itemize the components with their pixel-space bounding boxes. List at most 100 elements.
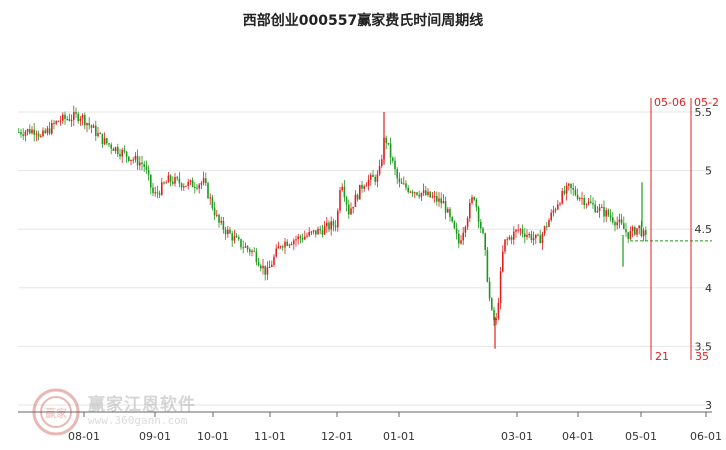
candle-body: [205, 178, 207, 184]
candle-body: [370, 174, 372, 180]
candle-body: [88, 123, 90, 126]
candle-body: [609, 215, 612, 218]
candle-body: [418, 194, 420, 197]
candle-body: [141, 162, 143, 165]
x-tick-label: 06-01: [690, 430, 722, 443]
candle-body: [436, 196, 438, 202]
y-tick-label: 5: [705, 165, 712, 178]
candle-body: [97, 133, 99, 136]
candle-body: [266, 267, 269, 275]
candle-body: [625, 229, 627, 233]
candle-body: [356, 194, 359, 200]
candle-body: [299, 236, 302, 238]
candle-body: [616, 222, 618, 226]
candle-body: [297, 236, 299, 240]
candle-body: [627, 232, 629, 239]
candle-body: [554, 209, 557, 211]
candle-body: [565, 185, 568, 194]
candle-body: [125, 151, 128, 157]
candle-body: [550, 212, 552, 221]
candle-body: [95, 125, 97, 136]
candle-body: [132, 159, 134, 161]
candle-body: [154, 192, 156, 194]
x-tick-label: 01-01: [383, 430, 415, 443]
candle-body: [55, 121, 57, 124]
candle-body: [77, 113, 79, 122]
candle-body: [341, 186, 343, 191]
candles: [18, 105, 647, 349]
candle-body: [187, 181, 189, 186]
candle-body: [337, 210, 339, 228]
candle-body: [264, 265, 266, 275]
candle-body: [455, 228, 458, 234]
candle-body: [429, 191, 431, 198]
candle-body: [169, 175, 172, 182]
candle-body: [139, 162, 141, 166]
candle-body: [469, 202, 471, 219]
candle-body: [260, 265, 262, 269]
candle-body: [420, 193, 423, 197]
y-tick-label: 4.5: [695, 223, 713, 236]
candle-body: [284, 241, 286, 248]
candle-body: [612, 217, 614, 223]
candle-body: [642, 230, 645, 237]
candle-body: [211, 197, 214, 209]
candle-body: [101, 133, 104, 145]
cycle-count-label: 21: [655, 350, 669, 363]
candle-body: [33, 129, 35, 135]
candle-body: [44, 130, 46, 133]
candle-body: [557, 204, 559, 210]
y-tick-label: 5.5: [695, 106, 713, 119]
candle-body: [462, 232, 464, 241]
candle-body: [620, 219, 623, 224]
candle-body: [541, 233, 544, 244]
candle-body: [255, 251, 258, 263]
candle-body: [275, 248, 277, 257]
candle-body: [354, 194, 357, 207]
x-tick-label: 05-01: [625, 430, 657, 443]
candle-body: [64, 114, 66, 119]
candle-body: [200, 182, 203, 185]
candle-body: [376, 174, 379, 182]
candle-body: [103, 138, 106, 145]
candle-body: [216, 214, 218, 216]
candle-body: [53, 122, 55, 124]
candle-body: [70, 119, 73, 121]
candle-body: [495, 318, 497, 321]
candle-body: [510, 237, 513, 240]
candle-body: [271, 264, 273, 267]
candle-body: [293, 240, 295, 245]
candle-body: [176, 177, 178, 179]
candle-body: [110, 144, 112, 149]
candle-body: [572, 188, 574, 190]
candle-body: [130, 159, 132, 161]
candle-body: [396, 169, 398, 179]
candle-body: [449, 208, 451, 217]
y-axis: 3 3.5 4 4.5 5 5.5: [695, 106, 713, 412]
candle-body: [246, 246, 249, 250]
candle-body: [99, 133, 101, 135]
candle-body: [244, 246, 247, 248]
watermark-logo-icon: 赢家: [32, 388, 80, 436]
candle-body: [466, 218, 469, 227]
candle-body: [328, 222, 330, 230]
candle-body: [22, 134, 24, 136]
candle-body: [444, 201, 447, 213]
candle-body: [574, 189, 577, 195]
y-tick-label: 3: [705, 399, 712, 412]
candle-body: [480, 221, 482, 229]
candle-body: [570, 183, 572, 189]
candle-body: [537, 234, 539, 236]
candle-body: [614, 222, 616, 226]
candle-body: [84, 115, 86, 126]
candle-body: [326, 222, 328, 227]
candle-body: [427, 191, 429, 195]
candle-body: [563, 191, 566, 194]
candle-body: [590, 201, 592, 204]
x-tick-label: 03-01: [501, 430, 533, 443]
candle-body: [431, 196, 434, 198]
candle-body: [242, 247, 244, 249]
candle-body: [442, 201, 445, 204]
candle-body: [605, 210, 607, 217]
candle-body: [310, 231, 313, 233]
